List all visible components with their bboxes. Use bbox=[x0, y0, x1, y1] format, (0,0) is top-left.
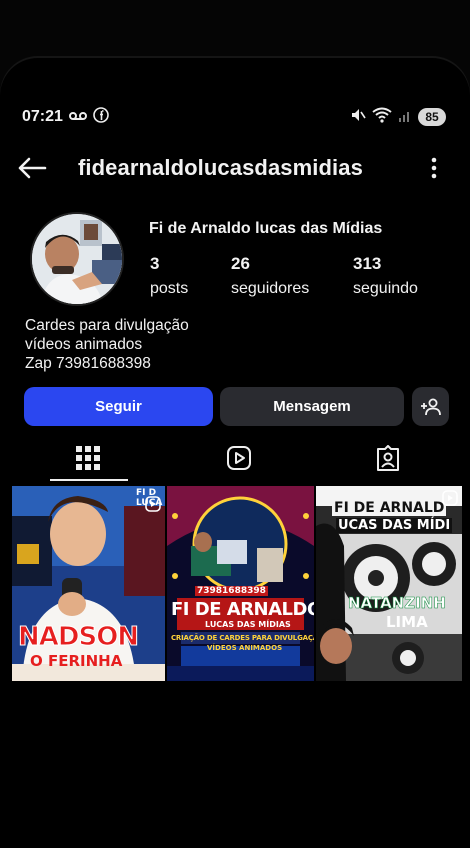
stat-following-count: 313 bbox=[353, 254, 382, 273]
suggest-user-button[interactable] bbox=[412, 387, 449, 426]
reel-indicator-icon bbox=[442, 490, 458, 506]
profile-username: fidearnaldolucasdasmidias bbox=[78, 155, 363, 180]
back-button[interactable] bbox=[12, 148, 52, 188]
bio-line: Cardes para divulgação bbox=[25, 317, 189, 334]
grid-icon bbox=[76, 446, 100, 470]
stat-followers-count: 26 bbox=[231, 254, 250, 273]
post-tagline: VÍDEOS ANIMADOS bbox=[207, 644, 283, 652]
post-phone: 73981688398 bbox=[195, 586, 268, 596]
stat-following[interactable]: 313 seguindo bbox=[353, 254, 418, 298]
facebook-icon bbox=[93, 106, 109, 128]
active-tab-indicator bbox=[50, 479, 128, 481]
signal-icon bbox=[398, 108, 412, 127]
message-button[interactable]: Mensagem bbox=[220, 387, 404, 426]
more-vertical-icon bbox=[431, 157, 437, 179]
stat-followers-label: seguidores bbox=[231, 280, 310, 297]
post-title: FI DE ARNALD bbox=[332, 500, 447, 516]
profile-tabs bbox=[0, 434, 470, 484]
wifi-icon bbox=[372, 107, 392, 128]
stat-posts-label: posts bbox=[150, 280, 189, 297]
post-subtitle: UCAS DAS MÍDI bbox=[336, 518, 453, 533]
stat-following-label: seguindo bbox=[353, 280, 418, 297]
profile-display-name: Fi de Arnaldo lucas das Mídias bbox=[149, 220, 383, 237]
post-name: NATANZINH bbox=[348, 594, 446, 613]
profile-bio: Cardes para divulgação vídeos animados Z… bbox=[25, 316, 189, 373]
reel-indicator-icon bbox=[145, 496, 161, 512]
post-subtitle: LUCAS DAS MÍDIAS bbox=[205, 620, 291, 629]
posts-grid: NADSON O FERINHA FI D LUCA 73981688398 F… bbox=[12, 486, 462, 681]
profile-avatar[interactable] bbox=[30, 212, 124, 306]
tab-tagged[interactable] bbox=[348, 434, 428, 482]
more-options-button[interactable] bbox=[422, 148, 446, 188]
stat-followers[interactable]: 26 seguidores bbox=[231, 254, 309, 298]
reels-icon bbox=[227, 446, 251, 470]
post-tile[interactable]: FI DE ARNALD UCAS DAS MÍDI NATANZINH LIM… bbox=[316, 486, 462, 681]
stat-posts-count: 3 bbox=[150, 254, 160, 273]
bio-line: Zap 73981688398 bbox=[25, 355, 151, 372]
tagged-icon bbox=[377, 445, 399, 471]
post-tile[interactable]: 73981688398 FI DE ARNALDO LUCAS DAS MÍDI… bbox=[167, 486, 314, 681]
add-user-icon bbox=[420, 398, 441, 415]
status-time: 07:21 bbox=[22, 108, 63, 125]
bio-line: vídeos animados bbox=[25, 336, 143, 353]
post-title: NADSON bbox=[17, 622, 139, 653]
battery-indicator: 85 bbox=[418, 108, 446, 126]
mute-icon bbox=[350, 107, 366, 128]
stat-posts[interactable]: 3 posts bbox=[150, 254, 188, 298]
profile-header: fidearnaldolucasdasmidias bbox=[12, 148, 446, 188]
tab-reels[interactable] bbox=[199, 434, 279, 482]
post-tagline: CRIAÇÃO DE CARDES PARA DIVULGAÇÃ bbox=[171, 634, 314, 642]
back-arrow-icon bbox=[18, 157, 47, 179]
follow-button[interactable]: Seguir bbox=[24, 387, 213, 426]
post-tile[interactable]: NADSON O FERINHA FI D LUCA bbox=[12, 486, 165, 681]
voicemail-icon bbox=[68, 108, 87, 126]
status-bar: 07:21 85 bbox=[22, 106, 446, 128]
tab-grid[interactable] bbox=[48, 434, 128, 482]
post-title: FI DE ARNALDO bbox=[171, 599, 314, 620]
post-subtitle: O FERINHA bbox=[30, 652, 123, 670]
post-name: LIMA bbox=[386, 613, 428, 631]
